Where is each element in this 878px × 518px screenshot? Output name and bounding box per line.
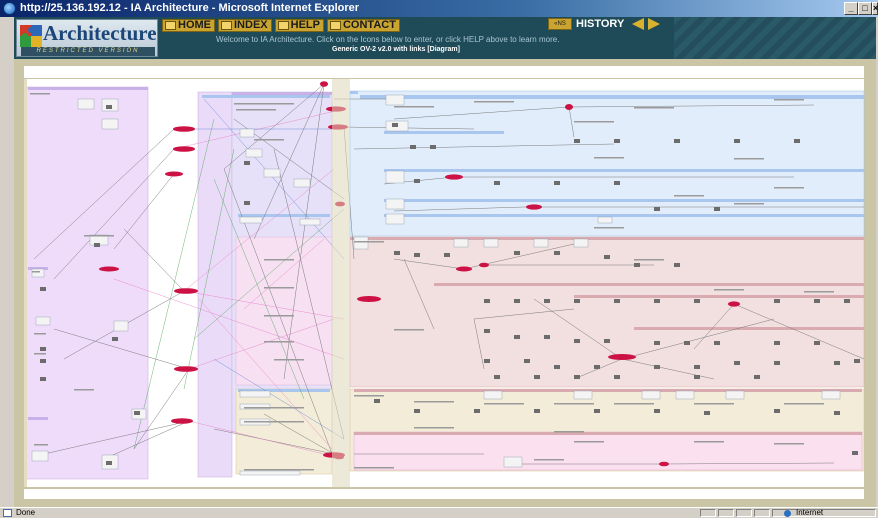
nav-index-label: INDEX <box>234 19 268 31</box>
left-lavender-region <box>25 86 149 480</box>
history-box[interactable]: «NS <box>548 18 572 30</box>
nav-help-label: HELP <box>290 19 320 31</box>
status-cell <box>718 509 734 517</box>
nav-contact-label: CONTACT <box>342 19 396 31</box>
page-subtitle: Generic OV-2 v2.0 with links [Diagram] <box>332 46 460 53</box>
nav-home-button[interactable]: HOME <box>162 19 215 32</box>
ia-architecture-logo[interactable]: Architecture RESTRICTED VERSION <box>16 19 158 57</box>
internet-explorer-icon <box>3 2 16 15</box>
browser-window: http://25.136.192.12 - IA Architecture -… <box>0 0 878 517</box>
app-header: Architecture RESTRICTED VERSION HOME IND… <box>14 17 876 59</box>
middle-pink-region <box>349 236 865 388</box>
main-nav: HOME INDEX HELP CONTACT <box>162 19 400 32</box>
nav-home-label: HOME <box>178 19 211 31</box>
welcome-message: Welcome to IA Architecture. Click on the… <box>216 35 560 44</box>
puzzle-logo-icon <box>20 25 42 47</box>
left-mid-lavender-region <box>197 91 233 478</box>
logo-subtext: RESTRICTED VERSION <box>21 47 155 56</box>
forward-arrow-icon[interactable] <box>648 18 661 30</box>
window-title: http://25.136.192.12 - IA Architecture -… <box>20 2 360 14</box>
logo-text: Architecture <box>43 21 157 45</box>
globe-icon <box>784 510 791 517</box>
history-label: HISTORY <box>576 18 625 30</box>
help-icon <box>277 21 289 30</box>
status-cell <box>700 509 716 517</box>
status-cell <box>736 509 752 517</box>
bottom-left-beige-region <box>235 388 333 475</box>
nav-help-button[interactable]: HELP <box>274 19 324 32</box>
header-decoration <box>674 17 876 59</box>
contact-icon <box>329 21 341 30</box>
history-controls: «NS HISTORY <box>548 18 661 30</box>
index-icon <box>221 21 232 30</box>
status-cell <box>754 509 770 517</box>
close-button[interactable]: × <box>872 2 878 15</box>
title-bar: http://25.136.192.12 - IA Architecture -… <box>0 0 878 17</box>
back-arrow-icon[interactable] <box>632 18 645 30</box>
maximize-button[interactable]: □ <box>858 2 872 15</box>
status-bar: Done Internet <box>0 507 878 517</box>
nav-contact-button[interactable]: CONTACT <box>326 19 400 32</box>
page-icon <box>3 509 12 517</box>
diagram-frame <box>14 59 876 507</box>
bottom-pink-region <box>353 431 863 471</box>
nav-index-button[interactable]: INDEX <box>218 19 272 32</box>
ov2-diagram[interactable] <box>14 59 876 507</box>
home-icon <box>165 21 176 30</box>
minimize-button[interactable]: _ <box>844 2 858 15</box>
